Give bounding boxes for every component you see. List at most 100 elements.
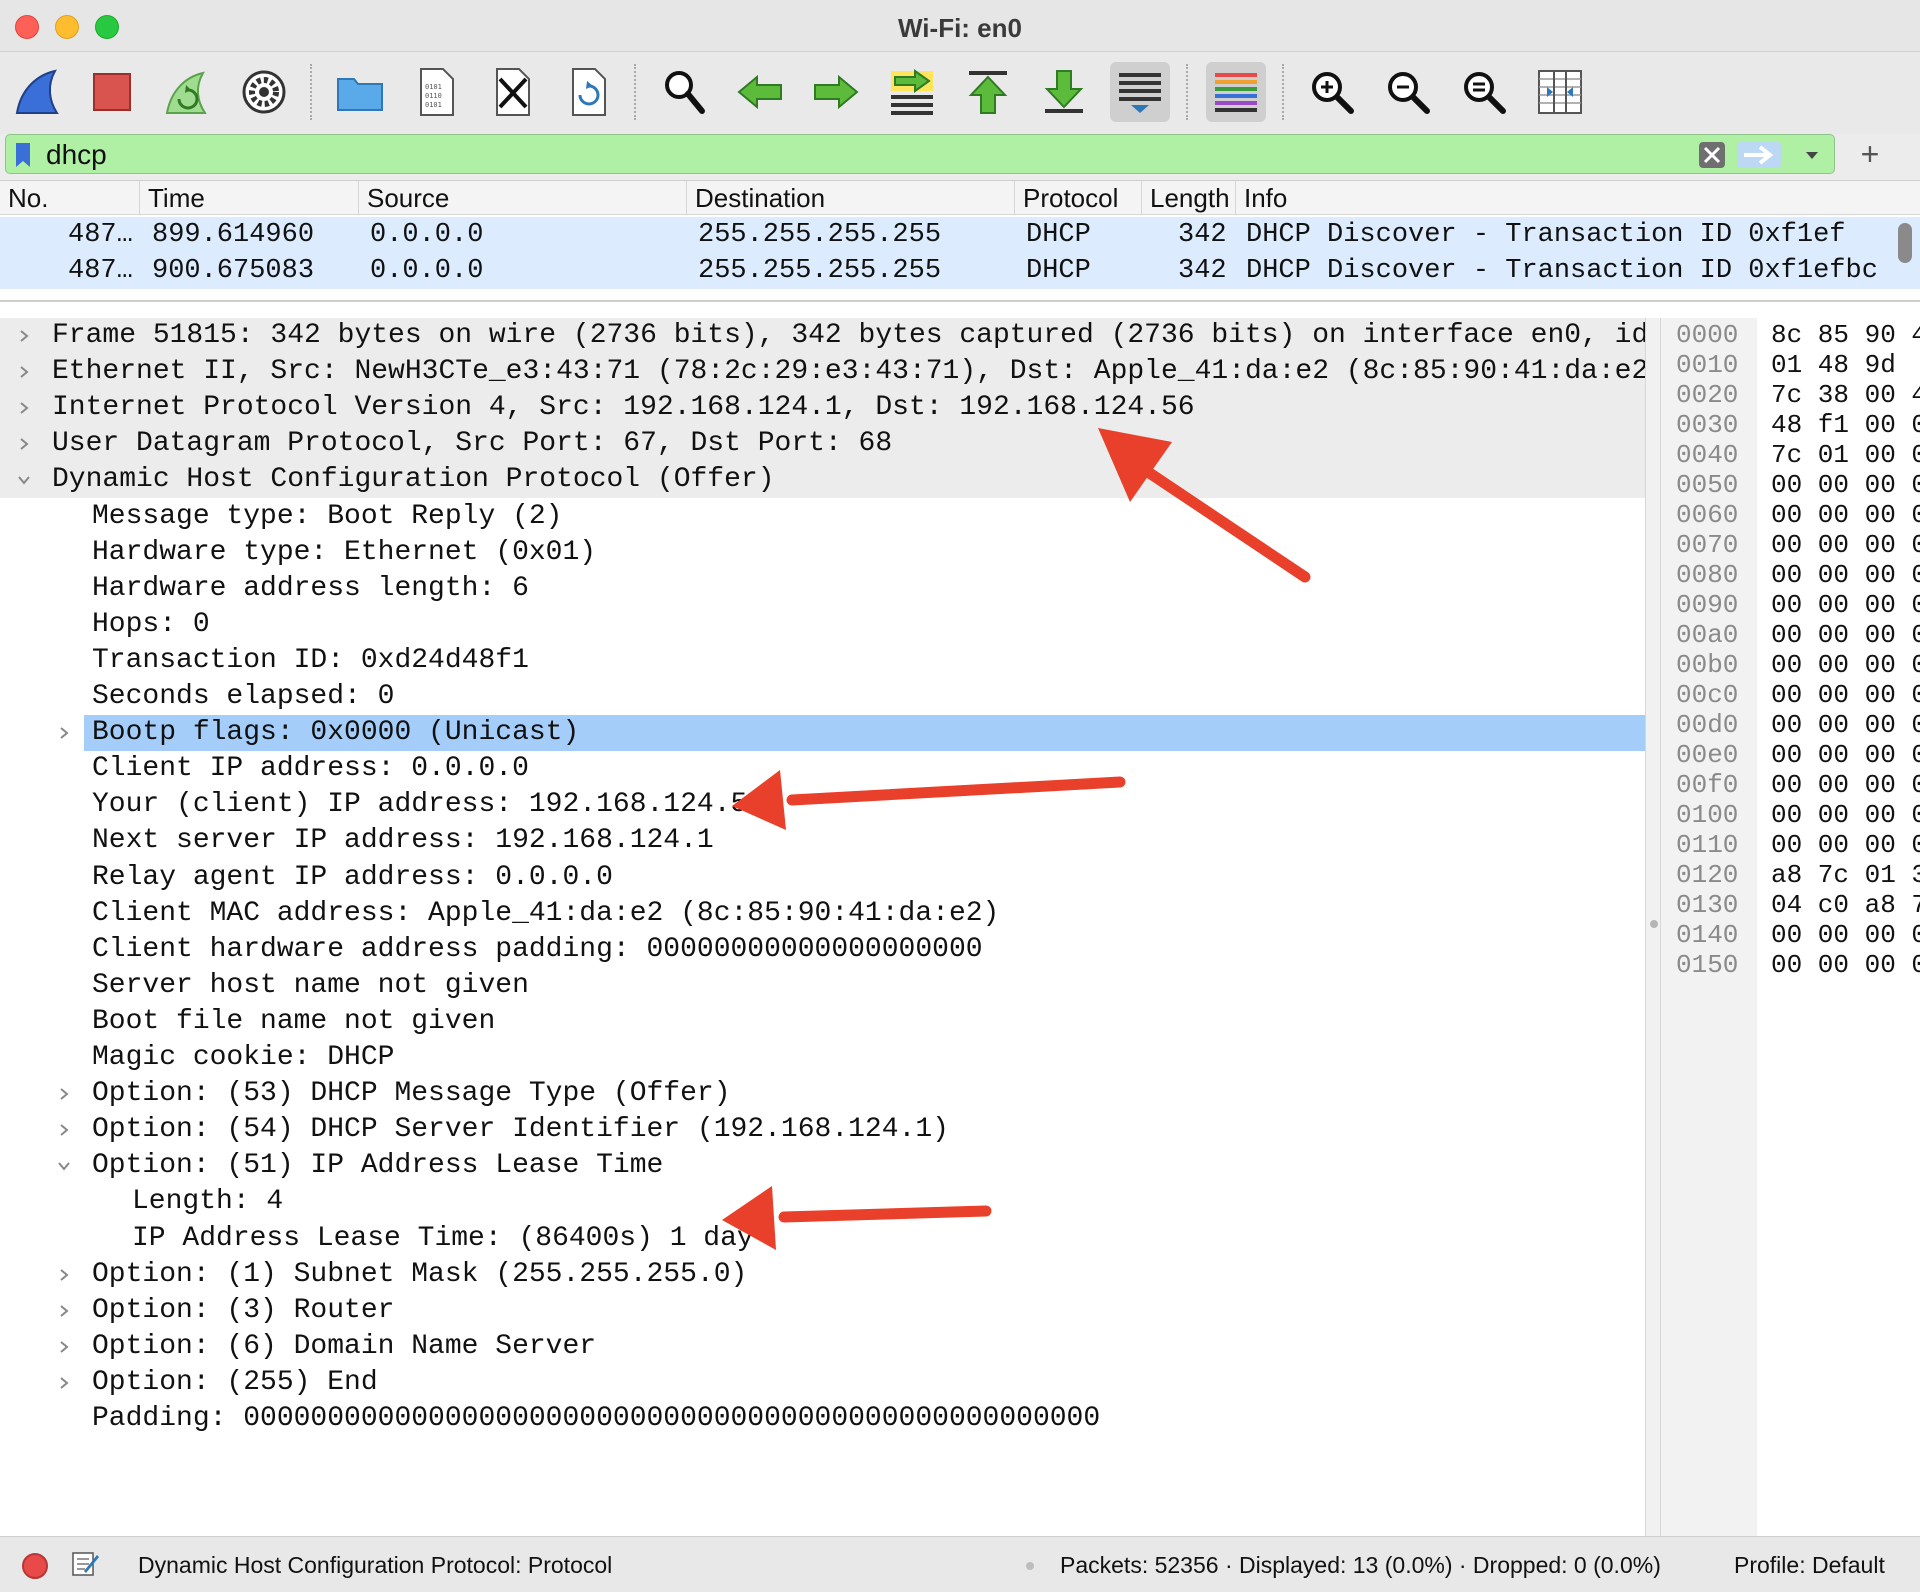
packet-list[interactable]: No. Time Source Destination Protocol Len… xyxy=(0,180,1920,302)
filter-text[interactable]: dhcp xyxy=(46,139,107,171)
hex-bytes[interactable]: 00 00 00 0 xyxy=(1771,950,1920,980)
dhcp-option-item[interactable]: Option: (53) DHCP Message Type (Offer) xyxy=(0,1076,1645,1112)
hex-bytes[interactable]: a8 7c 01 3 xyxy=(1771,860,1920,890)
autoscroll-icon[interactable] xyxy=(1110,62,1170,122)
dhcp-field[interactable]: Server host name not given xyxy=(0,968,1645,1004)
zoom-out-icon[interactable] xyxy=(1378,62,1438,122)
chevron-right-icon[interactable] xyxy=(14,318,34,354)
packet-list-scrollbar[interactable] xyxy=(1898,223,1912,263)
chevron-right-icon[interactable] xyxy=(54,715,74,751)
go-forward-icon[interactable] xyxy=(806,62,866,122)
chevron-down-icon[interactable] xyxy=(54,1148,74,1184)
dhcp-field[interactable]: Padding: 0000000000000000000000000000000… xyxy=(0,1401,1645,1437)
hex-bytes[interactable]: 00 00 00 0 xyxy=(1771,530,1920,560)
shark-fin-icon[interactable] xyxy=(8,62,68,122)
column-header-time[interactable]: Time xyxy=(140,181,359,215)
options-gear-icon[interactable] xyxy=(234,62,294,122)
protocol-tree-item[interactable]: User Datagram Protocol, Src Port: 67, Ds… xyxy=(0,426,1645,462)
dhcp-field[interactable]: Message type: Boot Reply (2) xyxy=(0,499,1645,535)
chevron-right-icon[interactable] xyxy=(54,1365,74,1401)
dhcp-option-item[interactable]: Option: (255) End xyxy=(0,1365,1645,1401)
dhcp-field[interactable]: Boot file name not given xyxy=(0,1004,1645,1040)
dhcp-field[interactable]: Bootp flags: 0x0000 (Unicast) xyxy=(60,715,1645,751)
reload-file-icon[interactable] xyxy=(558,62,618,122)
dhcp-field[interactable]: Magic cookie: DHCP xyxy=(0,1040,1645,1076)
dhcp-option-item[interactable]: Option: (51) IP Address Lease Time xyxy=(0,1148,1645,1184)
dhcp-option-item[interactable]: Option: (1) Subnet Mask (255.255.255.0) xyxy=(0,1257,1645,1293)
dhcp-field[interactable]: Hops: 0 xyxy=(0,607,1645,643)
dhcp-field[interactable]: Your (client) IP address: 192.168.124.56 xyxy=(0,787,1645,823)
hex-bytes[interactable]: 00 00 00 0 xyxy=(1771,740,1920,770)
hex-bytes[interactable]: 00 00 00 0 xyxy=(1771,680,1920,710)
lease-time-field[interactable]: IP Address Lease Time: (86400s) 1 day xyxy=(0,1221,1645,1257)
chevron-right-icon[interactable] xyxy=(54,1257,74,1293)
last-packet-icon[interactable] xyxy=(1034,62,1094,122)
go-back-icon[interactable] xyxy=(730,62,790,122)
hex-bytes[interactable]: 00 00 00 0 xyxy=(1771,590,1920,620)
dhcp-field[interactable]: Client MAC address: Apple_41:da:e2 (8c:8… xyxy=(0,896,1645,932)
packet-details-pane[interactable]: Frame 51815: 342 bytes on wire (2736 bit… xyxy=(0,318,1645,1536)
hex-bytes[interactable]: 01 48 9d xyxy=(1771,350,1896,380)
close-file-icon[interactable] xyxy=(482,62,542,122)
capture-comment-icon[interactable] xyxy=(70,1549,100,1579)
chevron-right-icon[interactable] xyxy=(54,1112,74,1148)
lease-time-field[interactable]: Length: 4 xyxy=(0,1184,1645,1220)
dhcp-field[interactable]: Client IP address: 0.0.0.0 xyxy=(0,751,1645,787)
dhcp-field[interactable]: Transaction ID: 0xd24d48f1 xyxy=(0,643,1645,679)
profile-indicator[interactable]: Profile: Default xyxy=(1734,1552,1885,1579)
expert-info-icon[interactable] xyxy=(22,1553,48,1579)
hex-bytes[interactable]: 00 00 00 0 xyxy=(1771,800,1920,830)
bookmark-icon[interactable] xyxy=(15,142,31,168)
column-header-source[interactable]: Source xyxy=(359,181,687,215)
dhcp-field[interactable]: Seconds elapsed: 0 xyxy=(0,679,1645,715)
column-header-no[interactable]: No. xyxy=(0,181,140,215)
dhcp-field[interactable]: Relay agent IP address: 0.0.0.0 xyxy=(0,860,1645,896)
hex-bytes[interactable]: 04 c0 a8 7 xyxy=(1771,890,1920,920)
dhcp-option-item[interactable]: Option: (6) Domain Name Server xyxy=(0,1329,1645,1365)
dhcp-field[interactable]: Next server IP address: 192.168.124.1 xyxy=(0,823,1645,859)
hex-bytes[interactable]: 7c 01 00 0 xyxy=(1771,440,1920,470)
column-header-protocol[interactable]: Protocol xyxy=(1015,181,1142,215)
chevron-right-icon[interactable] xyxy=(14,426,34,462)
clear-filter-icon[interactable] xyxy=(1698,141,1726,169)
open-folder-icon[interactable] xyxy=(330,62,390,122)
zoom-in-icon[interactable] xyxy=(1302,62,1362,122)
go-to-packet-icon[interactable] xyxy=(882,62,942,122)
normal-size-icon[interactable] xyxy=(1454,62,1514,122)
protocol-tree-item[interactable]: Frame 51815: 342 bytes on wire (2736 bit… xyxy=(0,318,1645,354)
hex-bytes[interactable]: 00 00 00 0 xyxy=(1771,500,1920,530)
resize-columns-icon[interactable] xyxy=(1530,62,1590,122)
colorize-icon[interactable] xyxy=(1206,62,1266,122)
column-header-length[interactable]: Length xyxy=(1142,181,1236,215)
hex-bytes[interactable]: 00 00 00 0 xyxy=(1771,650,1920,680)
hex-bytes[interactable]: 7c 38 00 4 xyxy=(1771,380,1920,410)
hex-bytes[interactable]: 00 00 00 0 xyxy=(1771,770,1920,800)
packet-row[interactable]: 487… 900.675083 0.0.0.0 255.255.255.255 … xyxy=(0,253,1920,289)
add-filter-button[interactable]: + xyxy=(1850,134,1890,174)
chevron-down-icon[interactable] xyxy=(1798,141,1826,169)
stop-icon[interactable] xyxy=(82,62,142,122)
protocol-tree-item[interactable]: Dynamic Host Configuration Protocol (Off… xyxy=(0,462,1645,498)
hex-bytes[interactable]: 00 00 00 0 xyxy=(1771,710,1920,740)
chevron-right-icon[interactable] xyxy=(54,1076,74,1112)
chevron-right-icon[interactable] xyxy=(14,390,34,426)
apply-filter-icon[interactable] xyxy=(1736,141,1782,169)
dhcp-option-item[interactable]: Option: (54) DHCP Server Identifier (192… xyxy=(0,1112,1645,1148)
packet-bytes-pane[interactable]: 0000 8c 85 90 4 0010 01 48 9d 0020 7c 38 00 4… xyxy=(1661,318,1920,1536)
protocol-tree-item[interactable]: Ethernet II, Src: NewH3CTe_e3:43:71 (78:… xyxy=(0,354,1645,390)
protocol-tree-item[interactable]: Internet Protocol Version 4, Src: 192.16… xyxy=(0,390,1645,426)
hex-bytes[interactable]: 00 00 00 0 xyxy=(1771,830,1920,860)
chevron-down-icon[interactable] xyxy=(14,462,34,498)
column-header-destination[interactable]: Destination xyxy=(687,181,1015,215)
chevron-right-icon[interactable] xyxy=(54,1293,74,1329)
display-filter-input[interactable]: dhcp xyxy=(5,134,1835,174)
chevron-right-icon[interactable] xyxy=(54,1329,74,1365)
hex-bytes[interactable]: 8c 85 90 4 xyxy=(1771,320,1920,350)
restart-icon[interactable] xyxy=(156,62,216,122)
first-packet-icon[interactable] xyxy=(958,62,1018,122)
hex-bytes[interactable]: 00 00 00 0 xyxy=(1771,470,1920,500)
find-icon[interactable] xyxy=(654,62,714,122)
hex-bytes[interactable]: 48 f1 00 0 xyxy=(1771,410,1920,440)
dhcp-field[interactable]: Hardware address length: 6 xyxy=(0,571,1645,607)
dhcp-option-item[interactable]: Option: (3) Router xyxy=(0,1293,1645,1329)
